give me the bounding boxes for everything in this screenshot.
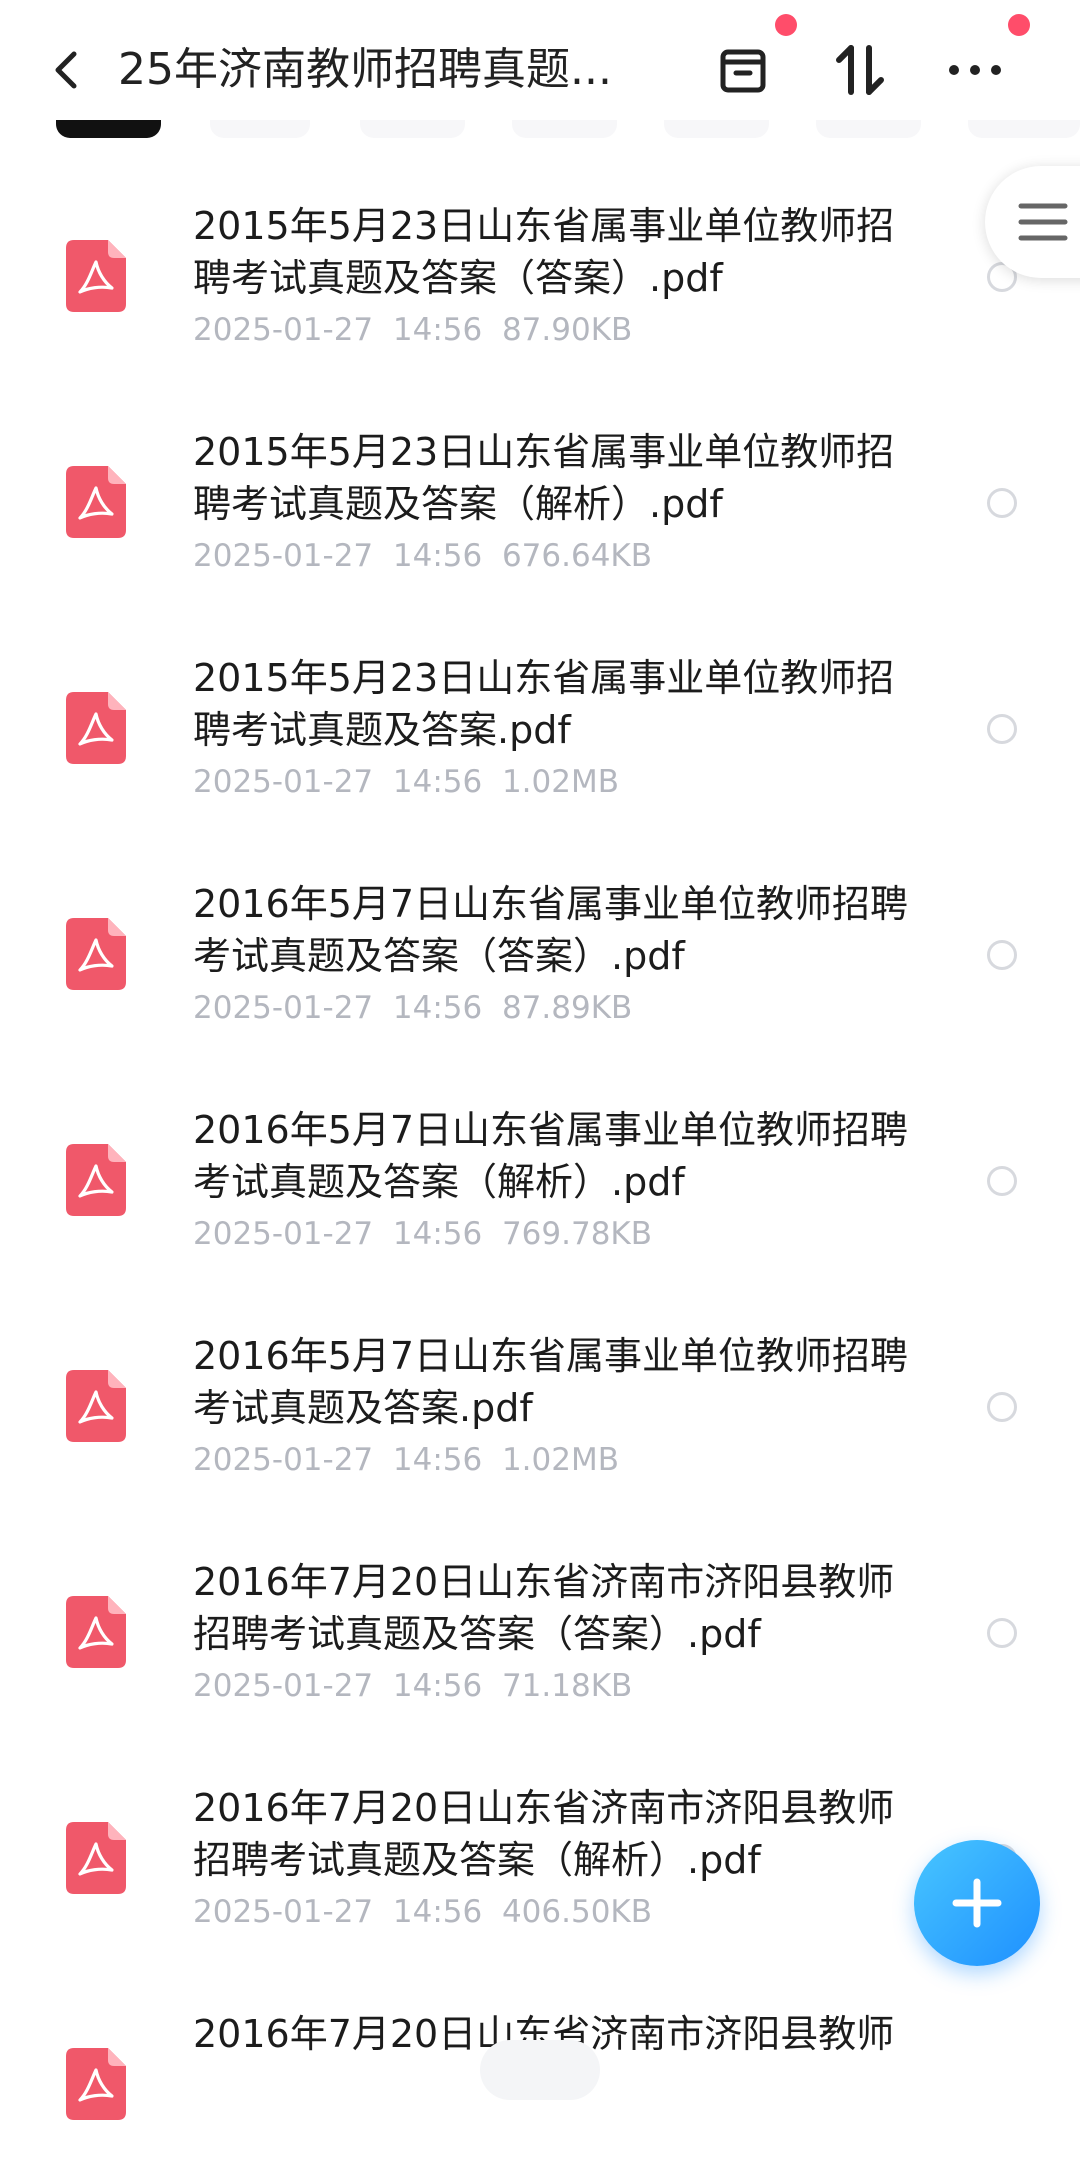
select-radio[interactable]	[987, 488, 1017, 518]
archive-button[interactable]	[708, 38, 778, 102]
file-size: 676.64KB	[501, 538, 653, 574]
select-radio[interactable]	[987, 1618, 1017, 1648]
filter-tabs	[0, 120, 1080, 140]
file-name: 2016年5月7日山东省属事业单位教师招聘考试真题及答案.pdf	[193, 1334, 909, 1430]
select-radio[interactable]	[987, 1392, 1017, 1422]
file-size: 87.89KB	[501, 990, 633, 1026]
top-bar: 25年济南教师招聘真题...	[0, 0, 1080, 140]
pdf-file-icon	[66, 1596, 126, 1668]
file-date: 2025-01-27	[193, 1894, 374, 1930]
file-date: 2025-01-27	[193, 764, 374, 800]
file-time: 14:56	[392, 538, 483, 574]
file-row[interactable]: 2016年5月7日山东省属事业单位教师招聘考试真题及答案（答案）.pdf 2025…	[0, 828, 1080, 1054]
sort-icon	[836, 45, 884, 95]
more-badge	[1008, 14, 1030, 36]
file-name: 2016年5月7日山东省属事业单位教师招聘考试真题及答案（解析）.pdf	[193, 1108, 909, 1204]
file-name: 2016年7月20日山东省济南市济阳县教师招聘考试真题及答案（答案）.pdf	[193, 1560, 895, 1656]
file-size: 87.90KB	[501, 312, 633, 348]
file-name: 2016年5月7日山东省属事业单位教师招聘考试真题及答案（答案）.pdf	[193, 882, 909, 978]
file-meta: 2025-01-27 14:56 1.02MB	[193, 1442, 619, 1478]
file-meta: 2025-01-27 14:56 769.78KB	[193, 1216, 652, 1252]
chevron-left-icon	[55, 51, 77, 89]
back-button[interactable]	[40, 36, 96, 100]
file-meta: 2025-01-27 14:56 87.90KB	[193, 312, 632, 348]
file-time: 14:56	[392, 764, 483, 800]
bottom-handle	[480, 2040, 600, 2100]
more-button[interactable]	[940, 38, 1010, 102]
file-size: 1.02MB	[501, 1442, 619, 1478]
file-meta: 2025-01-27 14:56 87.89KB	[193, 990, 632, 1026]
file-size: 406.50KB	[501, 1894, 653, 1930]
file-size: 769.78KB	[501, 1216, 653, 1252]
file-date: 2025-01-27	[193, 990, 374, 1026]
file-date: 2025-01-27	[193, 1668, 374, 1704]
tab[interactable]	[512, 120, 617, 138]
file-name: 2015年5月23日山东省属事业单位教师招聘考试真题及答案.pdf	[193, 656, 895, 752]
add-button[interactable]	[914, 1840, 1040, 1966]
pdf-file-icon	[66, 1822, 126, 1894]
file-row[interactable]: 2015年5月23日山东省属事业单位教师招聘考试真题及答案（解析）.pdf 202…	[0, 376, 1080, 602]
file-meta: 2025-01-27 14:56 1.02MB	[193, 764, 619, 800]
sort-button[interactable]	[825, 38, 895, 102]
file-row[interactable]: 2016年7月20日山东省济南市济阳县教师招聘考试真题及答案（答案）.pdf 20…	[0, 1506, 1080, 1732]
more-horizontal-icon	[949, 65, 1001, 75]
file-size: 71.18KB	[501, 1668, 633, 1704]
pdf-file-icon	[66, 918, 126, 990]
tab[interactable]	[816, 120, 921, 138]
pdf-file-icon	[66, 692, 126, 764]
menu-icon	[1018, 203, 1068, 241]
side-menu-button[interactable]	[985, 166, 1080, 278]
file-time: 14:56	[392, 1216, 483, 1252]
file-row[interactable]: 2015年5月23日山东省属事业单位教师招聘考试真题及答案.pdf 2025-01…	[0, 602, 1080, 828]
pdf-file-icon	[66, 466, 126, 538]
file-date: 2025-01-27	[193, 1442, 374, 1478]
file-date: 2025-01-27	[193, 538, 374, 574]
file-meta: 2025-01-27 14:56 406.50KB	[193, 1894, 652, 1930]
tab[interactable]	[664, 120, 769, 138]
file-name: 2015年5月23日山东省属事业单位教师招聘考试真题及答案（答案）.pdf	[193, 204, 895, 300]
tab[interactable]	[210, 120, 310, 138]
file-date: 2025-01-27	[193, 312, 374, 348]
select-radio[interactable]	[987, 1166, 1017, 1196]
pdf-file-icon	[66, 1144, 126, 1216]
pdf-file-icon	[66, 2048, 126, 2120]
select-radio[interactable]	[987, 940, 1017, 970]
file-meta: 2025-01-27 14:56 676.64KB	[193, 538, 652, 574]
file-time: 14:56	[392, 990, 483, 1026]
archive-badge	[775, 14, 797, 36]
file-time: 14:56	[392, 1442, 483, 1478]
archive-icon	[720, 49, 766, 93]
file-time: 14:56	[392, 312, 483, 348]
file-row[interactable]: 2016年5月7日山东省属事业单位教师招聘考试真题及答案（解析）.pdf 2025…	[0, 1054, 1080, 1280]
file-date: 2025-01-27	[193, 1216, 374, 1252]
pdf-file-icon	[66, 240, 126, 312]
tab[interactable]	[360, 120, 465, 138]
file-name: 2016年7月20日山东省济南市济阳县教师招聘考试真题及答案（解析）.pdf	[193, 1786, 895, 1882]
file-meta: 2025-01-27 14:56 71.18KB	[193, 1668, 632, 1704]
file-time: 14:56	[392, 1894, 483, 1930]
file-name: 2015年5月23日山东省属事业单位教师招聘考试真题及答案（解析）.pdf	[193, 430, 895, 526]
file-size: 1.02MB	[501, 764, 619, 800]
tab[interactable]	[968, 120, 1080, 138]
page-title: 25年济南教师招聘真题...	[118, 44, 612, 95]
file-row[interactable]: 2016年5月7日山东省属事业单位教师招聘考试真题及答案.pdf 2025-01-…	[0, 1280, 1080, 1506]
select-radio[interactable]	[987, 714, 1017, 744]
file-row[interactable]: 2015年5月23日山东省属事业单位教师招聘考试真题及答案（答案）.pdf 202…	[0, 150, 1080, 376]
file-time: 14:56	[392, 1668, 483, 1704]
tab-active[interactable]	[56, 120, 161, 138]
plus-icon	[952, 1878, 1002, 1928]
pdf-file-icon	[66, 1370, 126, 1442]
